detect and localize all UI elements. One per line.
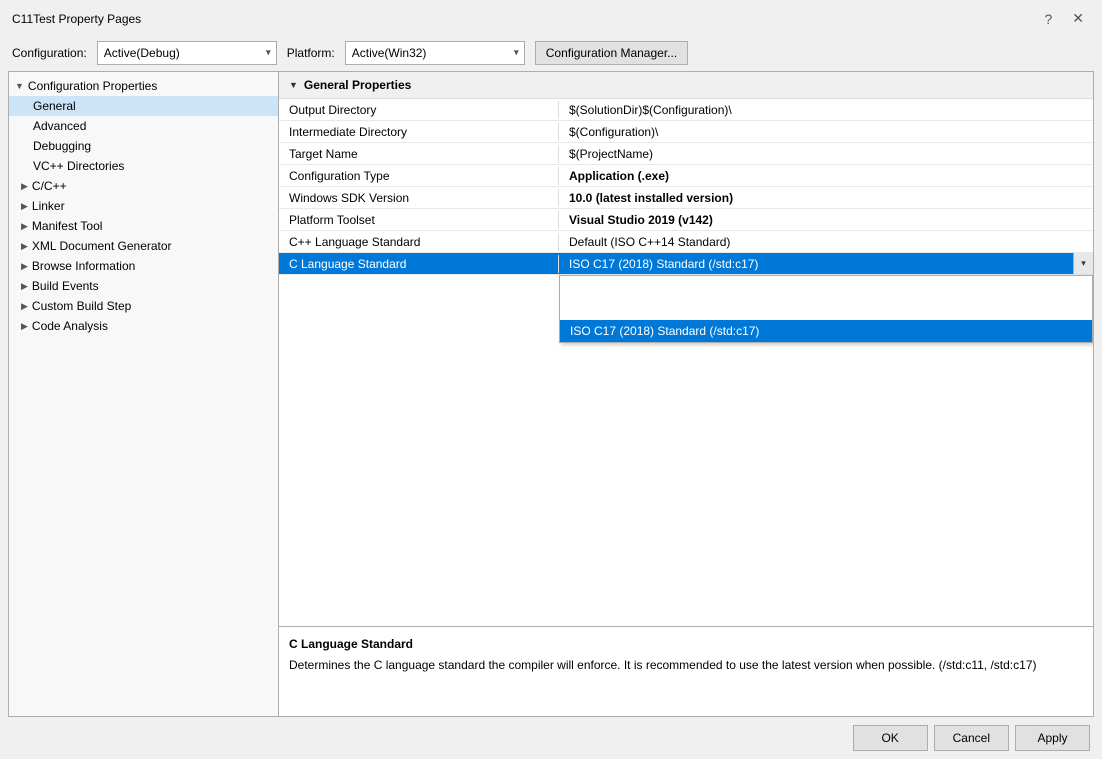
prop-row-config-type[interactable]: Configuration Type Application (.exe) — [279, 165, 1093, 187]
expand-browse-icon: ▶ — [21, 261, 28, 272]
sidebar-item-custom-build[interactable]: ▶ Custom Build Step — [9, 296, 278, 316]
prop-value-intermediate-dir: $(Configuration)\ — [559, 123, 1093, 141]
footer: OK Cancel Apply — [0, 717, 1102, 759]
platform-label: Platform: — [287, 46, 335, 60]
prop-name-windows-sdk: Windows SDK Version — [279, 189, 559, 207]
section-header: ▼ General Properties — [279, 72, 1093, 99]
dialog-title: C11Test Property Pages — [12, 12, 141, 26]
prop-name-target-name: Target Name — [279, 145, 559, 163]
sidebar-item-debugging[interactable]: Debugging — [9, 136, 278, 156]
expand-build-events-icon: ▶ — [21, 281, 28, 292]
expand-linker-icon: ▶ — [21, 201, 28, 212]
main-content: ▼ Configuration Properties General Advan… — [8, 71, 1094, 717]
prop-value-cpp-standard: Default (ISO C++14 Standard) — [559, 233, 1093, 251]
expand-custom-build-icon: ▶ — [21, 301, 28, 312]
sidebar-item-cpp[interactable]: ▶ C/C++ — [9, 176, 278, 196]
prop-name-output-dir: Output Directory — [279, 101, 559, 119]
sidebar-item-manifest-tool[interactable]: ▶ Manifest Tool — [9, 216, 278, 236]
prop-row-windows-sdk[interactable]: Windows SDK Version 10.0 (latest install… — [279, 187, 1093, 209]
expand-manifest-icon: ▶ — [21, 221, 28, 232]
c-standard-dropdown-popup: Default (Legacy MSVC) ISO C11 Standard (… — [559, 275, 1093, 343]
prop-value-c-standard: ISO C17 (2018) Standard (/std:c17) — [559, 255, 1073, 273]
collapse-arrow-icon: ▼ — [15, 81, 24, 91]
platform-dropdown-wrapper: Active(Win32) — [345, 41, 525, 65]
config-row: Configuration: Active(Debug) Platform: A… — [0, 35, 1102, 71]
sidebar-group-config-properties[interactable]: ▼ Configuration Properties — [9, 76, 278, 96]
dropdown-arrow-icon: ▾ — [1081, 258, 1086, 269]
property-grid: ▼ General Properties Output Directory $(… — [279, 72, 1093, 626]
sidebar-item-general[interactable]: General — [9, 96, 278, 116]
description-panel: C Language Standard Determines the C lan… — [279, 626, 1093, 716]
dropdown-option-default[interactable]: Default (Legacy MSVC) — [560, 276, 1092, 298]
description-text: Determines the C language standard the c… — [289, 657, 1083, 674]
configuration-select[interactable]: Active(Debug) — [97, 41, 277, 65]
sidebar-group-label: Configuration Properties — [28, 79, 157, 93]
prop-row-target-name[interactable]: Target Name $(ProjectName) — [279, 143, 1093, 165]
prop-row-platform-toolset[interactable]: Platform Toolset Visual Studio 2019 (v14… — [279, 209, 1093, 231]
sidebar: ▼ Configuration Properties General Advan… — [9, 72, 279, 716]
help-button[interactable]: ? — [1038, 9, 1058, 29]
close-button[interactable]: ✕ — [1066, 8, 1090, 29]
prop-value-platform-toolset: Visual Studio 2019 (v142) — [559, 211, 1093, 229]
title-bar: C11Test Property Pages ? ✕ — [0, 0, 1102, 35]
sidebar-item-build-events[interactable]: ▶ Build Events — [9, 276, 278, 296]
sidebar-item-browse-info[interactable]: ▶ Browse Information — [9, 256, 278, 276]
description-title: C Language Standard — [289, 637, 1083, 651]
prop-value-output-dir: $(SolutionDir)$(Configuration)\ — [559, 101, 1093, 119]
section-title: General Properties — [304, 78, 411, 92]
platform-select[interactable]: Active(Win32) — [345, 41, 525, 65]
prop-name-config-type: Configuration Type — [279, 167, 559, 185]
prop-value-target-name: $(ProjectName) — [559, 145, 1093, 163]
property-pages-dialog: C11Test Property Pages ? ✕ Configuration… — [0, 0, 1102, 759]
prop-name-platform-toolset: Platform Toolset — [279, 211, 559, 229]
prop-row-intermediate-dir[interactable]: Intermediate Directory $(Configuration)\ — [279, 121, 1093, 143]
c-standard-dropdown-button[interactable]: ▾ — [1073, 253, 1093, 274]
ok-button[interactable]: OK — [853, 725, 928, 751]
section-collapse-icon: ▼ — [289, 80, 298, 90]
sidebar-item-linker[interactable]: ▶ Linker — [9, 196, 278, 216]
expand-code-analysis-icon: ▶ — [21, 321, 28, 332]
apply-button[interactable]: Apply — [1015, 725, 1090, 751]
prop-row-output-dir[interactable]: Output Directory $(SolutionDir)$(Configu… — [279, 99, 1093, 121]
sidebar-item-xml-document[interactable]: ▶ XML Document Generator — [9, 236, 278, 256]
content-panel: ▼ General Properties Output Directory $(… — [279, 72, 1093, 716]
dropdown-option-c17[interactable]: ISO C17 (2018) Standard (/std:c17) — [560, 320, 1092, 342]
prop-row-cpp-standard[interactable]: C++ Language Standard Default (ISO C++14… — [279, 231, 1093, 253]
cancel-button[interactable]: Cancel — [934, 725, 1009, 751]
sidebar-item-vc-directories[interactable]: VC++ Directories — [9, 156, 278, 176]
expand-xml-icon: ▶ — [21, 241, 28, 252]
config-manager-button[interactable]: Configuration Manager... — [535, 41, 688, 65]
expand-cpp-icon: ▶ — [21, 181, 28, 192]
config-dropdown-wrapper: Active(Debug) — [97, 41, 277, 65]
prop-name-intermediate-dir: Intermediate Directory — [279, 123, 559, 141]
title-bar-buttons: ? ✕ — [1038, 8, 1090, 29]
prop-value-config-type: Application (.exe) — [559, 167, 1093, 185]
dropdown-option-c11[interactable]: ISO C11 Standard (/std:c11) — [560, 298, 1092, 320]
prop-value-windows-sdk: 10.0 (latest installed version) — [559, 189, 1093, 207]
prop-row-c-standard[interactable]: C Language Standard ISO C17 (2018) Stand… — [279, 253, 1093, 275]
sidebar-item-advanced[interactable]: Advanced — [9, 116, 278, 136]
sidebar-item-code-analysis[interactable]: ▶ Code Analysis — [9, 316, 278, 336]
prop-name-c-standard: C Language Standard — [279, 255, 559, 273]
config-label: Configuration: — [12, 46, 87, 60]
prop-name-cpp-standard: C++ Language Standard — [279, 233, 559, 251]
